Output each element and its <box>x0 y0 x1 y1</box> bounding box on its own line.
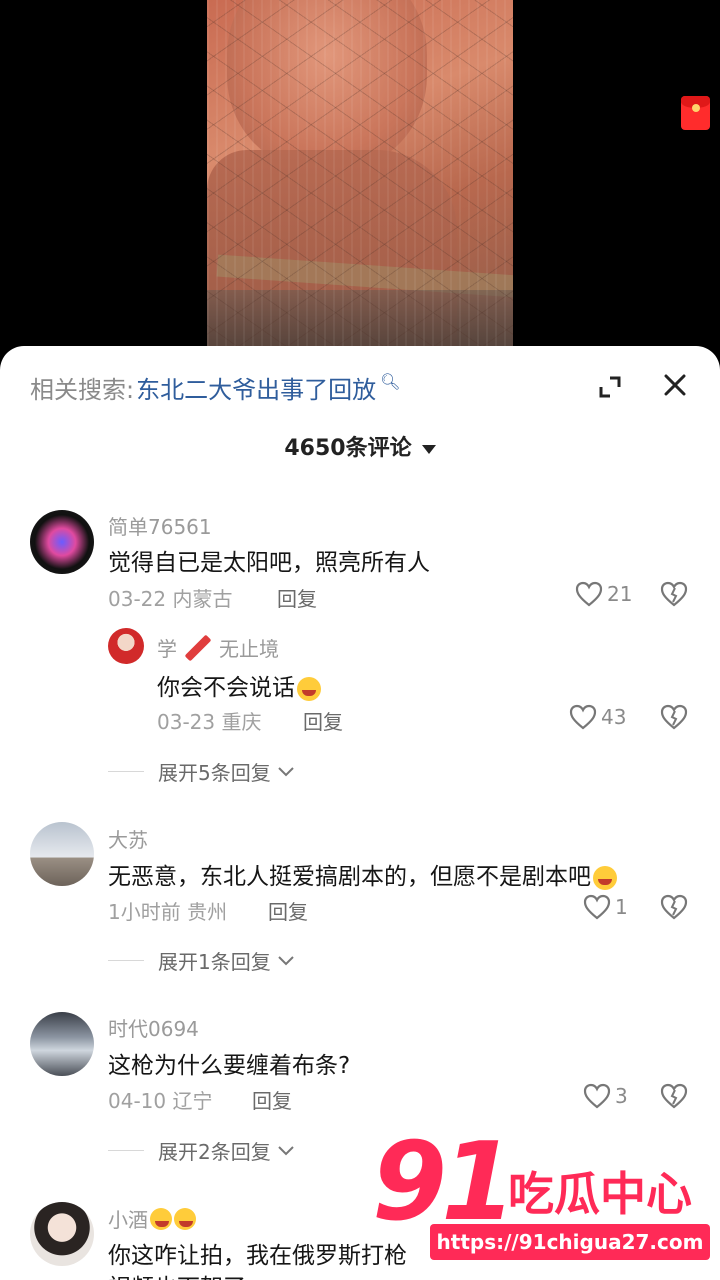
reply-button[interactable]: 回复 <box>303 706 343 735</box>
video-frame[interactable] <box>207 0 513 360</box>
like-button[interactable]: 1 <box>583 894 628 920</box>
video-player[interactable] <box>0 0 720 360</box>
divider <box>108 960 144 961</box>
crying-laughing-emoji-icon <box>593 865 617 890</box>
comment-count-label: 4650条评论 <box>284 436 412 461</box>
comment-text: 觉得自已是太阳吧，照亮所有人 <box>108 550 430 576</box>
comment-date-location: 04-10 辽宁 <box>108 1089 213 1113</box>
avatar[interactable] <box>30 510 94 574</box>
heart-icon <box>569 704 597 730</box>
divider <box>108 771 144 772</box>
close-icon[interactable] <box>660 370 690 400</box>
expand-replies-button[interactable]: 展开5条回复 <box>108 757 297 786</box>
heart-icon <box>583 894 611 920</box>
reply-text: 你会不会说话 <box>157 668 321 702</box>
expand-replies-label: 展开2条回复 <box>158 1140 271 1164</box>
like-button[interactable]: 43 <box>569 704 626 730</box>
comment-text: 你这咋让拍，我在俄罗斯打枪 <box>108 1243 407 1269</box>
expand-replies-button[interactable]: 展开2条回复 <box>108 1136 297 1165</box>
broken-heart-icon[interactable] <box>660 1083 688 1113</box>
avatar[interactable] <box>108 628 144 664</box>
like-button[interactable]: 3 <box>583 1083 628 1109</box>
expand-replies-label: 展开1条回复 <box>158 950 271 974</box>
comment-username[interactable]: 简单76561 <box>108 511 212 540</box>
avatar[interactable] <box>30 1202 94 1266</box>
reply-button[interactable]: 回复 <box>277 583 317 612</box>
comment-username[interactable]: 时代0694 <box>108 1013 199 1042</box>
comment-text: 这枪为什么要缠着布条? <box>108 1053 351 1079</box>
expand-replies-label: 展开5条回复 <box>158 761 271 785</box>
broken-heart-icon[interactable] <box>660 581 688 611</box>
search-icon: 🔍︎ <box>380 372 401 391</box>
comment-date-location: 03-22 内蒙古 <box>108 587 233 611</box>
divider <box>108 1150 144 1151</box>
pencil-emoji-icon <box>184 634 212 661</box>
related-search[interactable]: 相关搜索: 东北二大爷出事了回放 🔍︎ <box>30 370 400 405</box>
caret-down-icon <box>421 444 436 454</box>
avatar[interactable] <box>30 1012 94 1076</box>
like-count: 43 <box>601 705 627 729</box>
comment-date-location: 1小时前 贵州 <box>108 900 228 924</box>
comment-count[interactable]: 4650条评论 <box>0 430 720 462</box>
broken-heart-icon[interactable] <box>660 894 688 924</box>
like-count: 3 <box>615 1084 628 1108</box>
reply-date-location: 03-23 重庆 <box>157 710 262 734</box>
broken-heart-icon[interactable] <box>660 704 688 734</box>
related-search-keyword[interactable]: 东北二大爷出事了回放 <box>136 370 376 405</box>
like-button[interactable]: 21 <box>575 581 632 607</box>
related-search-prefix: 相关搜索: <box>30 376 135 404</box>
chevron-down-icon <box>278 766 294 776</box>
kiss-emoji-icon <box>174 1207 196 1230</box>
chevron-down-icon <box>278 1145 294 1155</box>
comment-text-line2: 视频也下架了 <box>108 1268 246 1280</box>
video-net-overlay <box>207 0 513 360</box>
kiss-emoji-icon <box>150 1207 172 1230</box>
reply-username[interactable]: 学无止境 <box>157 633 279 662</box>
expand-icon[interactable] <box>597 374 623 400</box>
avatar[interactable] <box>30 822 94 886</box>
expand-replies-button[interactable]: 展开1条回复 <box>108 946 297 975</box>
comment-text: 无恶意，东北人挺爱搞剧本的，但愿不是剧本吧 <box>108 857 617 891</box>
heart-icon <box>583 1083 611 1109</box>
like-count: 21 <box>607 582 633 606</box>
reply-button[interactable]: 回复 <box>252 1085 292 1114</box>
red-packet-icon[interactable] <box>681 96 710 130</box>
comment-username[interactable]: 大苏 <box>108 824 148 853</box>
reply-button[interactable]: 回复 <box>268 896 308 925</box>
heart-icon <box>575 581 603 607</box>
chevron-down-icon <box>278 955 294 965</box>
laughing-emoji-icon <box>297 676 321 701</box>
comment-username[interactable]: 小酒 <box>108 1204 196 1233</box>
like-count: 1 <box>615 895 628 919</box>
